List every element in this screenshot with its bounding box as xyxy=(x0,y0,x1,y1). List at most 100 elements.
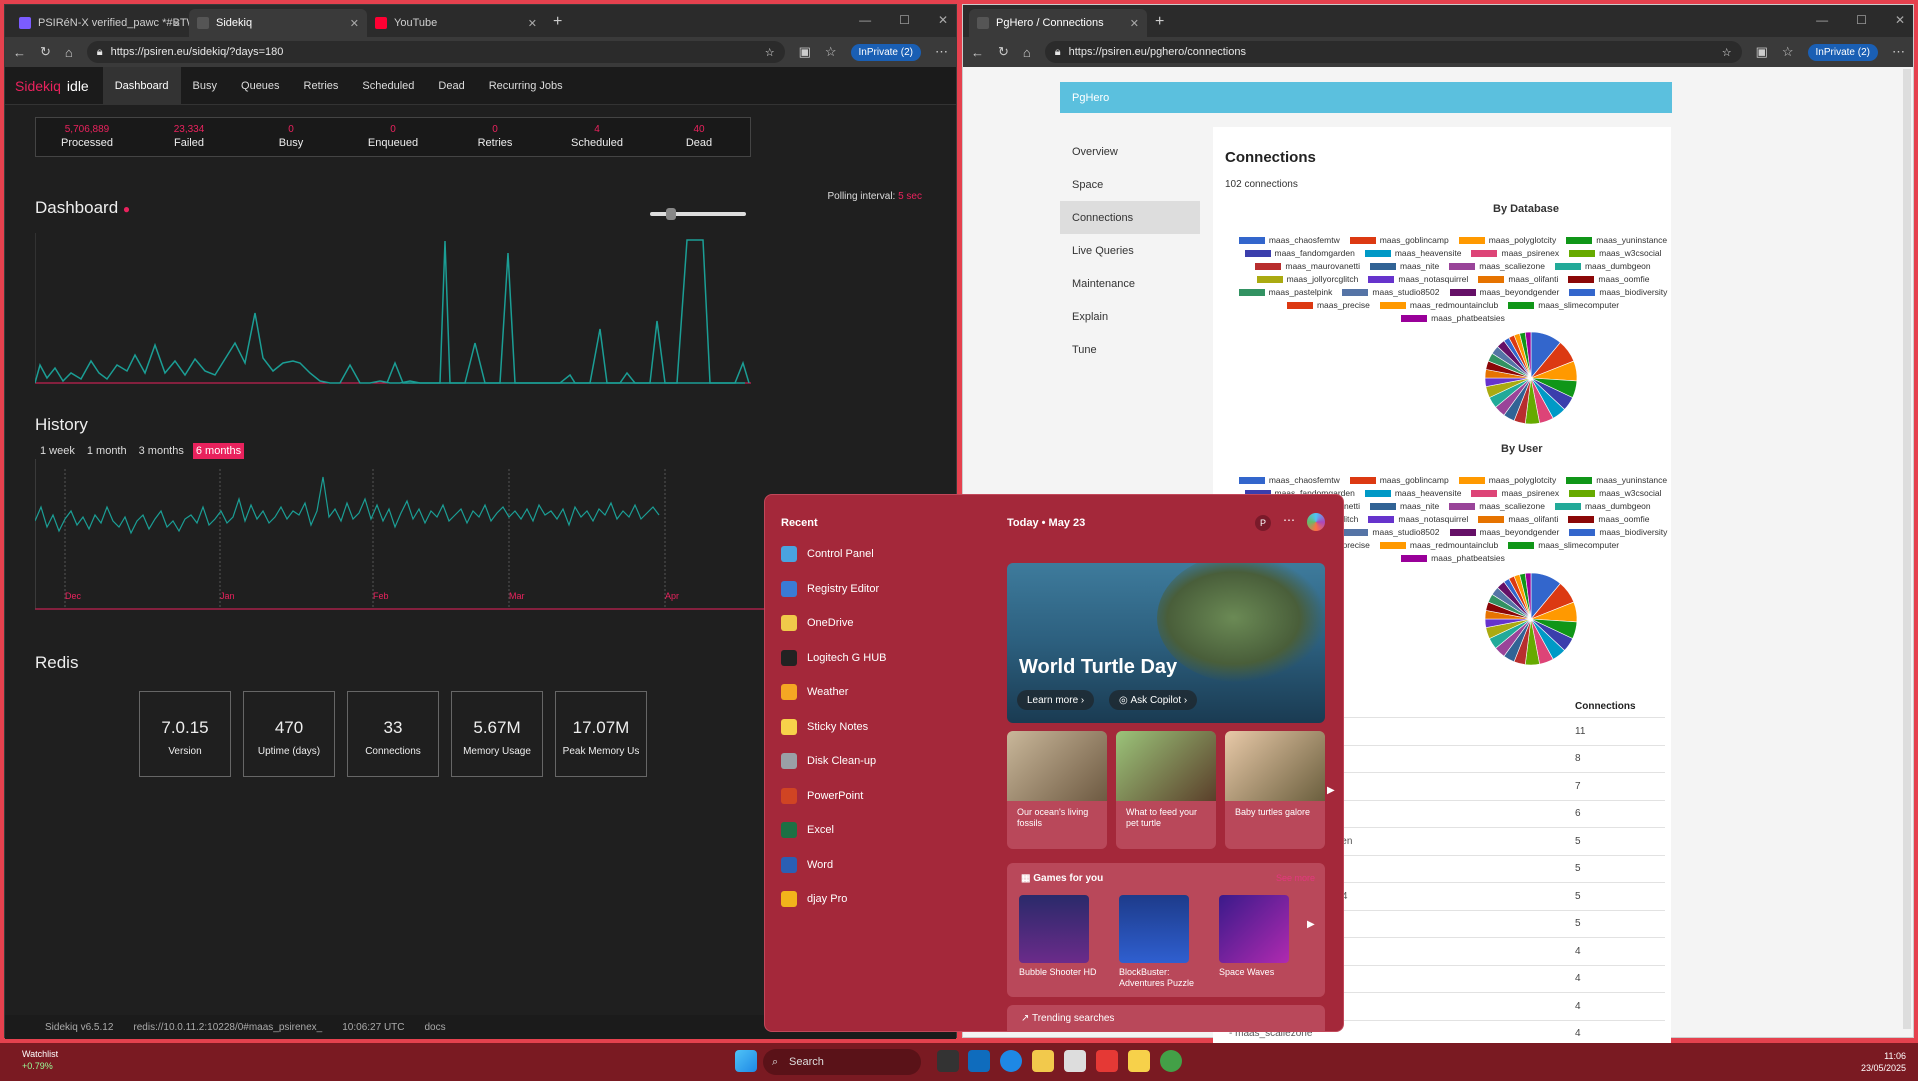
recent-item[interactable]: Word xyxy=(781,848,941,883)
legend-item[interactable]: maas_precise xyxy=(1286,300,1370,310)
legend-item[interactable]: maas_redmountainclub xyxy=(1379,540,1498,550)
range-3-months[interactable]: 3 months xyxy=(136,443,187,459)
edge-icon[interactable] xyxy=(1000,1050,1022,1072)
url-input[interactable]: 🔒︎ https://psiren.eu/sidekiq/?days=180 ☆ xyxy=(86,41,785,63)
recent-item[interactable]: Logitech G HUB xyxy=(781,641,941,676)
maximize-icon[interactable]: ☐ xyxy=(1856,13,1867,27)
inprivate-badge[interactable]: InPrivate (2) xyxy=(1807,43,1878,61)
legend-item[interactable]: maas_slimecomputer xyxy=(1508,300,1619,310)
legend-item[interactable]: maas_beyondgender xyxy=(1449,527,1559,537)
watchlist-widget[interactable]: Watchlist +0.79% xyxy=(22,1048,58,1072)
windows-start-icon[interactable] xyxy=(735,1050,757,1072)
docs-link[interactable]: docs xyxy=(425,1022,446,1033)
nav-queues[interactable]: Queues xyxy=(229,67,292,105)
range-1-month[interactable]: 1 month xyxy=(84,443,130,459)
legend-item[interactable]: maas_jollyorcglitch xyxy=(1256,274,1358,284)
legend-item[interactable]: maas_oomfie xyxy=(1568,514,1649,524)
home-icon[interactable]: ⌂ xyxy=(1023,45,1031,60)
recent-item[interactable]: Excel xyxy=(781,813,941,848)
side-overview[interactable]: Overview xyxy=(1060,135,1200,168)
new-tab-button[interactable]: + xyxy=(545,13,570,37)
back-icon[interactable]: ← xyxy=(971,45,984,60)
nav-scheduled[interactable]: Scheduled xyxy=(350,67,426,105)
legend-item[interactable]: maas_scaliezone xyxy=(1449,261,1545,271)
sidekiq-logo[interactable]: Sidekiq xyxy=(15,78,61,94)
minimize-icon[interactable]: — xyxy=(859,13,871,27)
maximize-icon[interactable]: ☐ xyxy=(899,13,910,27)
refresh-icon[interactable]: ↻ xyxy=(998,44,1009,60)
hero-card[interactable]: World Turtle Day Learn more › ◎ Ask Copi… xyxy=(1007,563,1325,723)
side-maintenance[interactable]: Maintenance xyxy=(1060,267,1200,300)
legend-item[interactable]: maas_nite xyxy=(1370,501,1439,511)
more-icon[interactable]: ⋯ xyxy=(1892,44,1905,60)
snipping-tool-icon[interactable] xyxy=(1064,1050,1086,1072)
more-options-icon[interactable]: ⋯ xyxy=(1283,513,1295,527)
recent-item[interactable]: djay Pro xyxy=(781,882,941,917)
game-space-waves-tile[interactable] xyxy=(1219,895,1289,963)
recent-item[interactable]: OneDrive xyxy=(781,606,941,641)
pghero-header[interactable]: PgHero xyxy=(1060,82,1672,113)
legend-item[interactable]: maas_phatbeatsies xyxy=(1401,553,1505,563)
legend-item[interactable]: maas_notasquirrel xyxy=(1368,274,1468,284)
polling-slider[interactable] xyxy=(650,208,746,220)
refresh-icon[interactable]: ↻ xyxy=(40,44,51,60)
ask-copilot-button[interactable]: ◎ Ask Copilot › xyxy=(1109,690,1198,710)
legend-item[interactable]: maas_fandomgarden xyxy=(1244,248,1355,258)
trending-searches[interactable]: ↗ Trending searches xyxy=(1007,1005,1325,1031)
system-clock[interactable]: 11:06 23/05/2025 xyxy=(1861,1050,1906,1074)
xbox-icon[interactable] xyxy=(1160,1050,1182,1072)
back-icon[interactable]: ← xyxy=(13,45,26,60)
legend-item[interactable]: maas_pastelpink xyxy=(1238,287,1332,297)
close-icon[interactable]: ✕ xyxy=(350,17,359,30)
range-6-months[interactable]: 6 months xyxy=(192,443,245,459)
recent-item[interactable]: Sticky Notes xyxy=(781,710,941,745)
stat-busy[interactable]: 0 Busy xyxy=(240,118,342,156)
legend-item[interactable]: maas_psirenex xyxy=(1471,488,1559,498)
favorite-icon[interactable]: ☆ xyxy=(765,46,775,59)
nav-dashboard[interactable]: Dashboard xyxy=(102,66,181,105)
new-tab-button[interactable]: + xyxy=(1147,13,1172,37)
see-more-link[interactable]: See more xyxy=(1276,873,1315,883)
nav-retries[interactable]: Retries xyxy=(292,67,351,105)
stat-retries[interactable]: 0 Retries xyxy=(444,118,546,156)
minimize-icon[interactable]: — xyxy=(1816,13,1828,27)
legend-item[interactable]: maas_slimecomputer xyxy=(1508,540,1619,550)
side-tune[interactable]: Tune xyxy=(1060,333,1200,366)
legend-item[interactable]: maas_dumbgeon xyxy=(1554,501,1651,511)
legend-item[interactable]: maas_chaosfemtw xyxy=(1238,475,1340,485)
recent-item[interactable]: Control Panel xyxy=(781,537,941,572)
collections-icon[interactable]: ☆ xyxy=(825,44,837,60)
close-window-icon[interactable]: ✕ xyxy=(1895,13,1905,27)
nav-dead[interactable]: Dead xyxy=(426,67,476,105)
legend-item[interactable]: maas_goblincamp xyxy=(1349,475,1449,485)
collections-icon[interactable]: ☆ xyxy=(1782,44,1794,60)
legend-item[interactable]: maas_heavensite xyxy=(1364,248,1461,258)
game-bubble-shooter-tile[interactable] xyxy=(1019,895,1089,963)
game-blockbuster-tile[interactable] xyxy=(1119,895,1189,963)
side-connections[interactable]: Connections xyxy=(1060,201,1200,234)
stat-processed[interactable]: 5,706,889 Processed xyxy=(36,118,138,156)
tab-sidekiq[interactable]: Sidekiq ✕ xyxy=(189,9,367,37)
recent-item[interactable]: Disk Clean-up xyxy=(781,744,941,779)
legend-item[interactable]: maas_maurovanetti xyxy=(1255,261,1360,271)
legend-item[interactable]: maas_oomfie xyxy=(1568,274,1649,284)
inprivate-badge[interactable]: InPrivate (2) xyxy=(850,43,921,61)
legend-item[interactable]: maas_psirenex xyxy=(1471,248,1559,258)
tab-youtube[interactable]: YouTube ✕ xyxy=(367,9,545,37)
file-explorer-icon[interactable] xyxy=(1032,1050,1054,1072)
stat-failed[interactable]: 23,334 Failed xyxy=(138,118,240,156)
legend-item[interactable]: maas_yuninstance xyxy=(1566,475,1667,485)
home-icon[interactable]: ⌂ xyxy=(65,45,73,60)
legend-item[interactable]: maas_yuninstance xyxy=(1566,235,1667,245)
stat-enqueued[interactable]: 0 Enqueued xyxy=(342,118,444,156)
scrollbar[interactable] xyxy=(1903,69,1911,1029)
news-card[interactable]: Baby turtles galore xyxy=(1225,731,1325,849)
tab-mastodon[interactable]: PSIRéN-X verified_pawc *#BTW... ✕ xyxy=(11,9,189,37)
close-window-icon[interactable]: ✕ xyxy=(938,13,948,27)
sticky-notes-icon[interactable] xyxy=(1128,1050,1150,1072)
legend-item[interactable]: maas_studio8502 xyxy=(1342,287,1440,297)
extension-icon[interactable]: ▣ xyxy=(1756,44,1768,60)
legend-item[interactable]: maas_biodiversity xyxy=(1569,527,1667,537)
legend-item[interactable]: maas_polyglotcity xyxy=(1458,475,1556,485)
nav-busy[interactable]: Busy xyxy=(181,67,229,105)
